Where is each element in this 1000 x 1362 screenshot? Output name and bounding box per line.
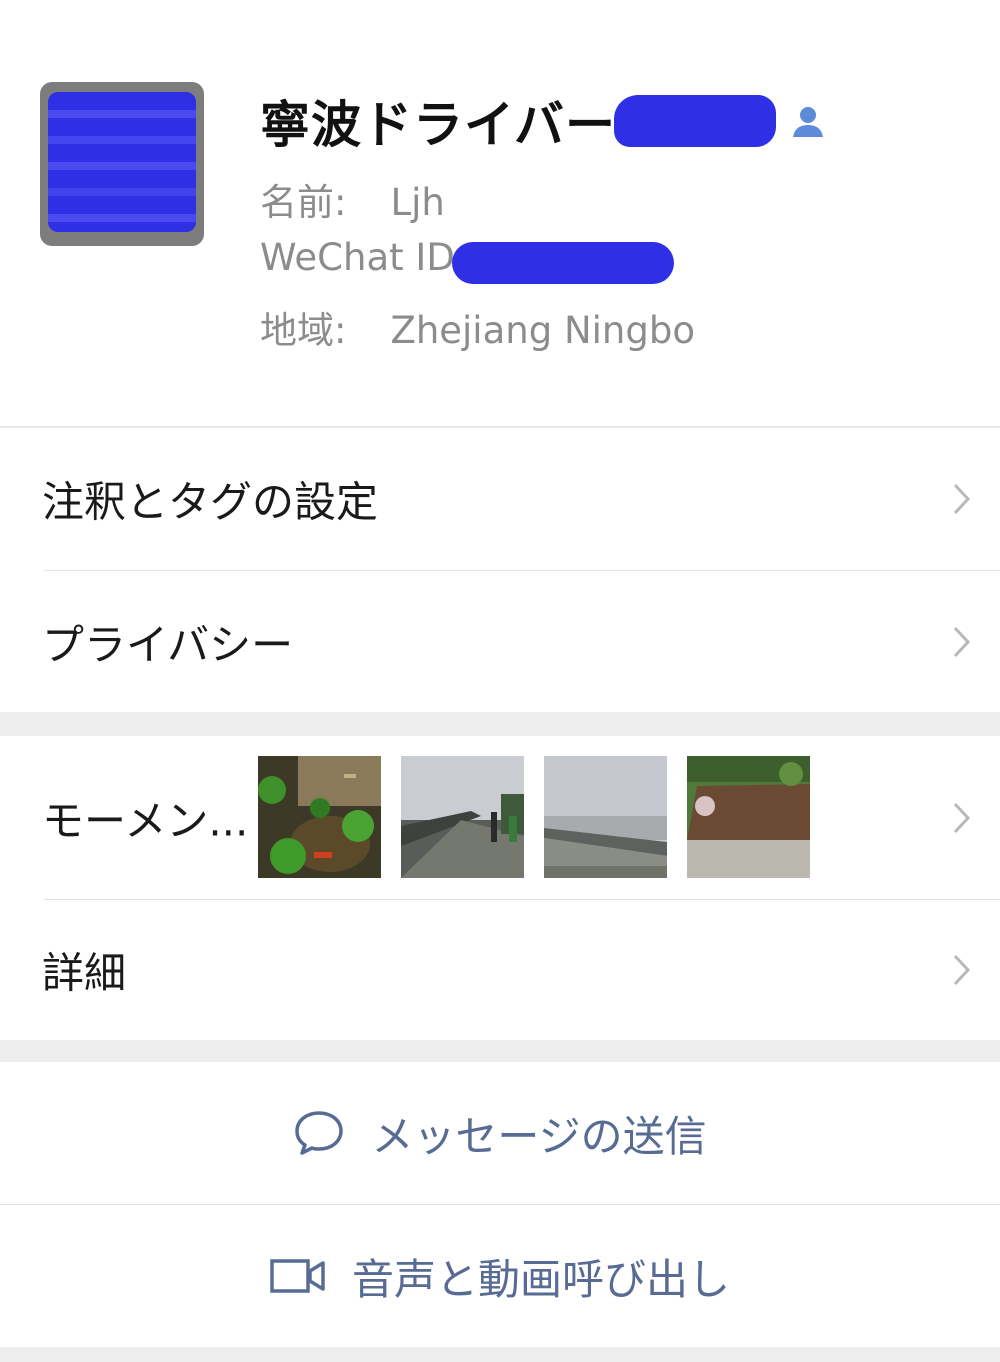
nickname: 寧波ドライバー xyxy=(260,96,616,154)
chevron-right-icon xyxy=(953,626,971,657)
moment-photo[interactable] xyxy=(687,756,810,878)
profile-header: 寧波ドライバー 名前: Ljh WeChat ID: 地域: Zhejiang Ni… xyxy=(0,0,1000,427)
chevron-right-icon xyxy=(953,954,971,986)
chevron-right-icon xyxy=(953,483,971,515)
remarks-tags-cell[interactable]: 注釈とタグの設定 xyxy=(0,428,1000,570)
moment-photo[interactable] xyxy=(401,756,524,878)
moments-label: モーメン... xyxy=(42,796,249,845)
remarks-tags-label: 注釈とタグの設定 xyxy=(42,477,379,527)
nickname-redaction xyxy=(614,95,776,147)
name-line: 名前: Ljh xyxy=(260,172,445,226)
privacy-label: プライバシー xyxy=(42,620,294,669)
moment-photo[interactable] xyxy=(258,756,381,878)
actions-group: メッセージの送信 音声と動画呼び出し xyxy=(0,1062,1000,1347)
moments-thumbnails xyxy=(258,756,810,878)
avatar[interactable] xyxy=(40,82,204,246)
nickname-row: 寧波ドライバー xyxy=(260,88,828,154)
name-label: 名前: xyxy=(260,181,347,224)
contact-icon xyxy=(793,107,823,137)
voice-video-call-label: 音声と動画呼び出し xyxy=(351,1254,730,1304)
video-camera-icon xyxy=(270,1259,325,1293)
moments-cell[interactable]: モーメン... xyxy=(0,736,1000,899)
settings-group: 注釈とタグの設定 プライバシー xyxy=(0,428,1000,712)
wechat-id-redaction xyxy=(452,242,674,284)
region-value: Zhejiang Ningbo xyxy=(390,309,695,352)
chevron-right-icon xyxy=(953,802,971,833)
chat-bubble-icon xyxy=(295,1111,344,1155)
name-value: Ljh xyxy=(390,181,445,224)
wechat-id-label: WeChat ID: xyxy=(260,236,468,279)
details-cell[interactable]: 詳細 xyxy=(0,900,1000,1040)
details-label: 詳細 xyxy=(42,948,127,998)
region-label: 地域: xyxy=(260,309,347,352)
send-message-button[interactable]: メッセージの送信 xyxy=(0,1062,1000,1204)
region-line: 地域: Zhejiang Ningbo xyxy=(260,300,695,354)
avatar-redaction xyxy=(48,92,196,232)
moment-photo[interactable] xyxy=(544,756,667,878)
wechat-id-line: WeChat ID: xyxy=(260,236,674,284)
voice-video-call-button[interactable]: 音声と動画呼び出し xyxy=(0,1205,1000,1347)
send-message-label: メッセージの送信 xyxy=(371,1111,707,1161)
moments-group: モーメン... 詳細 xyxy=(0,736,1000,1040)
privacy-cell[interactable]: プライバシー xyxy=(0,571,1000,712)
